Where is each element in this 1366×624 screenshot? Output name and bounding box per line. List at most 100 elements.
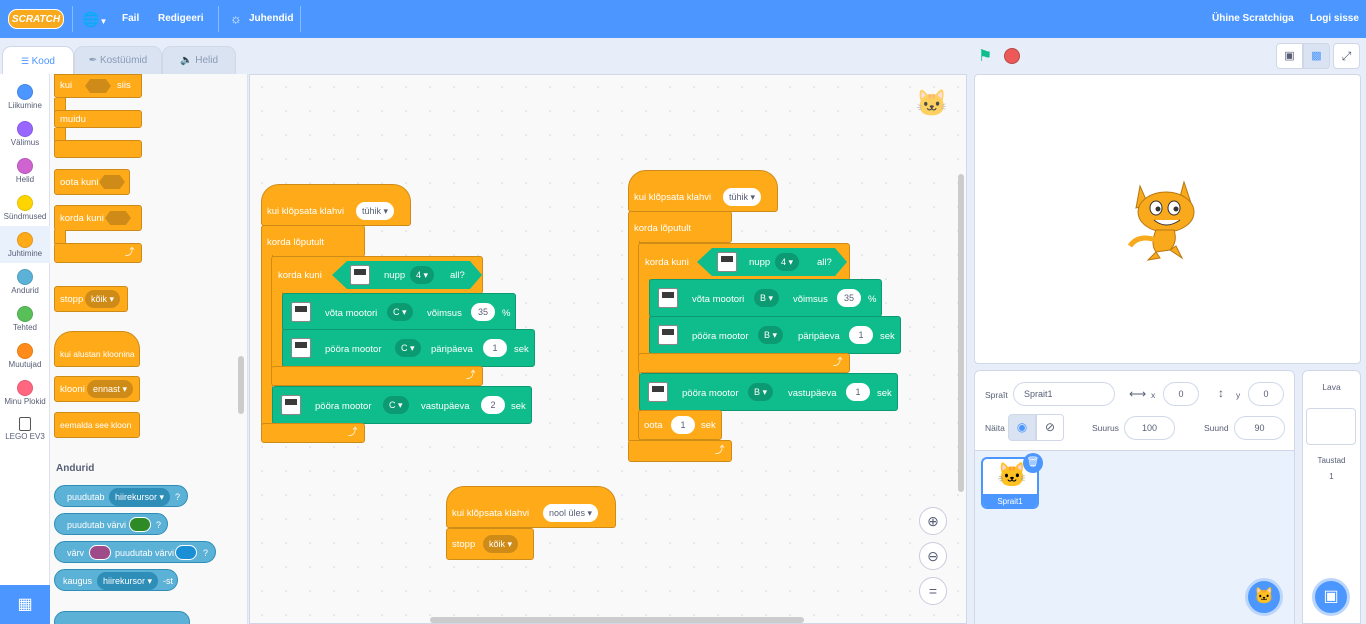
motor-dropdown[interactable]: B ▾ <box>754 289 780 307</box>
small-stage-icon[interactable]: ▣ <box>1276 43 1303 69</box>
touching-block[interactable]: puudutab hiirekursor ▾ ? <box>54 485 188 507</box>
scratch-logo[interactable]: SCRATCH <box>8 9 64 29</box>
power-input[interactable]: 35 <box>837 289 861 307</box>
motor-power-block[interactable]: võta mootori B ▾ võimsus 35 % <box>649 279 882 317</box>
stop-block[interactable]: stopp kõik ▾ <box>446 528 534 560</box>
wait-block[interactable]: oota 1 sek <box>638 410 722 440</box>
motor-turn-ccw-block[interactable]: pööra mootor C ▾ vastupäeva 2 sek <box>272 386 532 424</box>
delete-sprite-icon[interactable]: 🗑 <box>1023 453 1043 473</box>
add-extension-icon[interactable]: ▦ <box>0 585 50 624</box>
category-välimus[interactable]: Välimus <box>0 115 50 152</box>
color-swatch[interactable] <box>175 545 197 560</box>
seconds-input[interactable]: 2 <box>481 396 505 414</box>
workspace-vscrollbar[interactable] <box>958 174 964 492</box>
zoom-out-icon[interactable]: ⊖ <box>919 542 947 570</box>
tab-costumes[interactable]: ✒ Kostüümid <box>74 46 162 74</box>
touching-color-block[interactable]: puudutab värvi ? <box>54 513 168 535</box>
motor-dropdown[interactable]: C ▾ <box>395 339 421 357</box>
create-clone-block[interactable]: klooni ennast ▾ <box>54 376 140 402</box>
when-key-pressed-block[interactable]: kui klõpsata klahvi nool üles ▾ <box>446 486 616 528</box>
category-minu-plokid[interactable]: Minu Plokid <box>0 374 50 411</box>
when-clone-starts-block[interactable]: kui alustan kloonina <box>54 331 140 367</box>
x-input[interactable]: 0 <box>1163 382 1199 406</box>
wait-until-block[interactable]: oota kuni <box>54 169 130 195</box>
forever-block[interactable]: korda lõputult <box>628 211 732 243</box>
tab-sounds[interactable]: 🔈 Helid <box>162 46 236 74</box>
repeat-until-block[interactable]: korda kuni nupp 4 ▾ all? <box>271 256 483 294</box>
motor-turn-cw-block[interactable]: pööra mootor C ▾ päripäeva 1 sek <box>282 329 535 367</box>
zoom-in-icon[interactable]: ⊕ <box>919 507 947 535</box>
sign-in-link[interactable]: Logi sisse <box>1310 0 1359 38</box>
menu-edit[interactable]: Redigeeri <box>158 0 204 38</box>
motor-dropdown[interactable]: B ▾ <box>748 383 774 401</box>
when-key-pressed-block[interactable]: kui klõpsata klahvi tühik ▾ <box>261 184 411 226</box>
category-sündmused[interactable]: Sündmused <box>0 189 50 226</box>
globe-icon[interactable]: 🌐▼ <box>82 0 107 38</box>
palette-scrollbar[interactable] <box>238 356 244 414</box>
ask-block[interactable] <box>54 611 190 624</box>
direction-input[interactable]: 90 <box>1234 416 1285 440</box>
stop-dropdown[interactable]: kõik ▾ <box>85 290 121 308</box>
motor-dropdown[interactable]: B ▾ <box>758 326 784 344</box>
clone-dropdown[interactable]: ennast ▾ <box>87 380 134 398</box>
join-scratch-link[interactable]: Ühine Scratchiga <box>1212 0 1294 38</box>
category-tehted[interactable]: Tehted <box>0 300 50 337</box>
seconds-input[interactable]: 1 <box>849 326 873 344</box>
tab-code[interactable]: ☰ Kood <box>2 46 74 75</box>
seconds-input[interactable]: 1 <box>483 339 507 357</box>
key-dropdown[interactable]: tühik ▾ <box>356 202 395 220</box>
seconds-input[interactable]: 1 <box>846 383 870 401</box>
add-sprite-icon[interactable]: 🐱 <box>1245 578 1283 616</box>
category-andurid[interactable]: Andurid <box>0 263 50 300</box>
touching-dropdown[interactable]: hiirekursor ▾ <box>109 488 171 506</box>
backdrop-thumbnail[interactable] <box>1306 408 1356 445</box>
else-block[interactable]: muidu <box>54 110 142 128</box>
large-stage-icon[interactable]: ▩ <box>1303 43 1330 69</box>
repeat-until-block[interactable]: korda kuni <box>54 205 142 231</box>
sprite-name-input[interactable]: Sprait1 <box>1013 382 1115 406</box>
delete-clone-block[interactable]: eemalda see kloon <box>54 412 140 438</box>
fullscreen-icon[interactable]: ⤢ <box>1333 43 1360 69</box>
color-swatch[interactable] <box>89 545 111 560</box>
category-lego-ev3[interactable]: LEGO EV3 <box>0 411 50 448</box>
stop-block[interactable]: stopp kõik ▾ <box>54 286 128 312</box>
seconds-input[interactable]: 1 <box>671 416 695 434</box>
distance-dropdown[interactable]: hiirekursor ▾ <box>97 572 159 590</box>
menu-file[interactable]: Fail <box>122 0 139 38</box>
category-helid[interactable]: Helid <box>0 152 50 189</box>
key-dropdown[interactable]: tühik ▾ <box>723 188 762 206</box>
motor-turn-cw-block[interactable]: pööra mootor B ▾ päripäeva 1 sek <box>649 316 901 354</box>
add-backdrop-icon[interactable]: ▣ <box>1312 578 1350 616</box>
hide-sprite-icon[interactable]: ⊘ <box>1036 414 1064 441</box>
color-touching-color-block[interactable]: värv puudutab värvi ? <box>54 541 216 563</box>
if-then-else-block[interactable]: kui siis <box>54 74 142 98</box>
size-input[interactable]: 100 <box>1124 416 1175 440</box>
button-dropdown[interactable]: 4 ▾ <box>775 253 800 271</box>
motor-dropdown[interactable]: C ▾ <box>387 303 413 321</box>
motor-dropdown[interactable]: C ▾ <box>383 396 409 414</box>
green-flag-icon[interactable]: ⚑ <box>978 46 992 66</box>
motor-turn-ccw-block[interactable]: pööra mootor B ▾ vastupäeva 1 sek <box>639 373 898 411</box>
when-key-pressed-block[interactable]: kui klõpsata klahvi tühik ▾ <box>628 170 778 212</box>
category-liikumine[interactable]: Liikumine <box>0 78 50 115</box>
key-dropdown[interactable]: nool üles ▾ <box>543 504 599 522</box>
distance-block[interactable]: kaugus hiirekursor ▾ -st <box>54 569 178 591</box>
category-muutujad[interactable]: Muutujad <box>0 337 50 374</box>
color-swatch[interactable] <box>129 517 151 532</box>
button-dropdown[interactable]: 4 ▾ <box>410 266 435 284</box>
category-juhtimine[interactable]: Juhtimine <box>0 226 50 263</box>
menu-tutorials[interactable]: Juhendid <box>249 0 293 38</box>
repeat-until-block[interactable]: korda kuni nupp 4 ▾ all? <box>638 243 850 281</box>
motor-power-block[interactable]: võta mootori C ▾ võimsus 35 % <box>282 293 516 331</box>
c-block-foot: ⤴ <box>54 243 142 263</box>
zoom-reset-icon[interactable]: = <box>919 577 947 605</box>
cat-sprite-icon[interactable] <box>1126 178 1206 262</box>
y-input[interactable]: 0 <box>1248 382 1284 406</box>
stop-dropdown[interactable]: kõik ▾ <box>483 535 519 553</box>
lightbulb-icon[interactable]: ☼ <box>230 0 242 38</box>
power-input[interactable]: 35 <box>471 303 495 321</box>
workspace-hscrollbar[interactable] <box>430 617 804 623</box>
stop-sign-icon[interactable] <box>1004 48 1020 64</box>
forever-block[interactable]: korda lõputult <box>261 225 365 257</box>
show-visible-icon[interactable]: ◉ <box>1008 414 1036 441</box>
